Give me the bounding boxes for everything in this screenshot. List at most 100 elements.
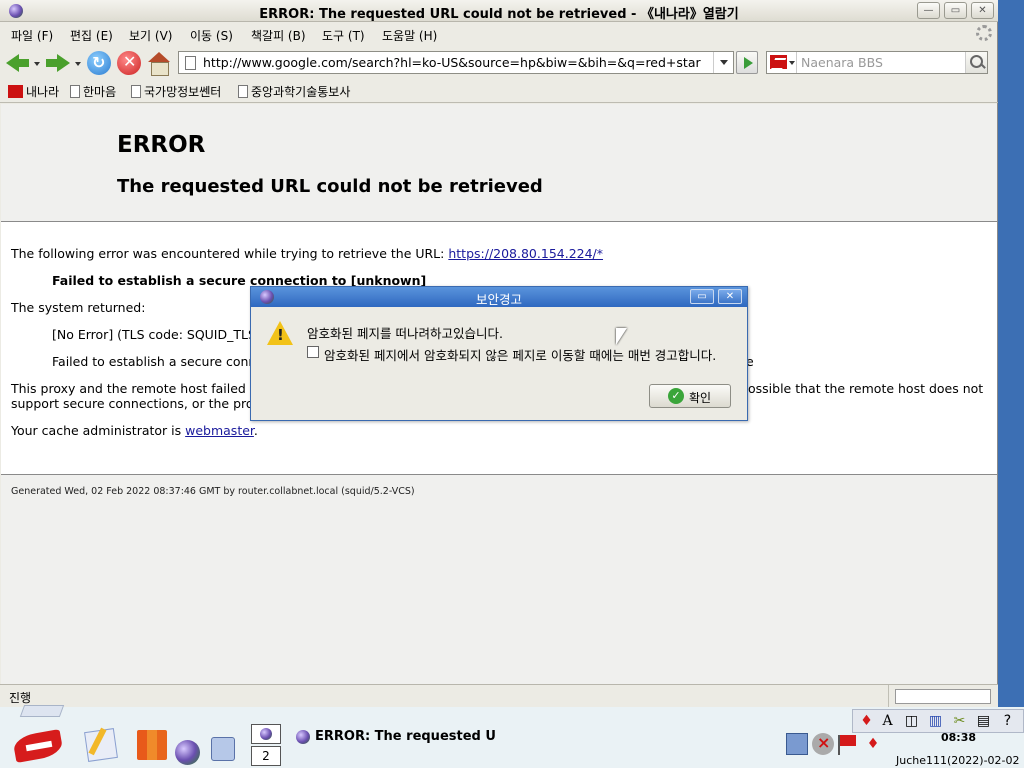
error-footer: Generated Wed, 02 Feb 2022 08:37:46 GMT …	[1, 474, 997, 684]
taskbar-window-button[interactable]: ERROR: The requested URL could not be re…	[296, 726, 496, 748]
url-input[interactable]: http://www.google.com/search?hl=ko-US&so…	[203, 55, 711, 70]
browser-logo-icon	[296, 730, 310, 744]
page-icon	[238, 85, 248, 98]
error-url-link[interactable]: https://208.80.154.224/*	[448, 246, 603, 261]
ok-button[interactable]: ✓ 확인	[649, 384, 731, 408]
menu-tools[interactable]: 도구 (T)	[322, 27, 365, 44]
layout-icon[interactable]: ◫	[903, 713, 920, 730]
page-icon	[70, 85, 80, 98]
bookmark-naenara[interactable]: 내나라	[8, 83, 59, 100]
window-titlebar[interactable]: ERROR: The requested URL could not be re…	[0, 0, 998, 22]
red-flag-icon[interactable]	[836, 733, 858, 755]
search-engine-selector[interactable]	[767, 52, 797, 73]
menu-edit[interactable]: 편집 (E)	[70, 27, 113, 44]
secure-conn-line: Failed to establish a secure conn	[52, 354, 257, 369]
generated-by-text: Generated Wed, 02 Feb 2022 08:37:46 GMT …	[11, 486, 415, 497]
dialog-close-button[interactable]: ✕	[718, 289, 742, 304]
bookmark-hanmaum[interactable]: 한마음	[70, 83, 116, 100]
menu-file[interactable]: 파일 (F)	[11, 27, 53, 44]
volume-muted-icon[interactable]	[812, 733, 834, 755]
taskbar-window-title: ERROR: The requested URL could not be re…	[315, 729, 496, 744]
search-box[interactable]: Naenara BBS	[766, 51, 988, 74]
forward-history-dropdown-icon[interactable]	[75, 62, 81, 66]
warning-triangle-icon	[267, 321, 293, 345]
proxy-explanation-line-2: support secure connections, or the pro	[11, 396, 254, 411]
office-suite-launcher-icon[interactable]	[137, 730, 167, 760]
naenara-engine-icon	[770, 55, 787, 69]
dialog-title: 보안경고	[475, 292, 522, 307]
window-title: ERROR: The requested URL could not be re…	[259, 7, 739, 22]
mail-launcher-icon[interactable]	[211, 737, 235, 761]
workspace-1[interactable]	[251, 724, 281, 744]
error-header: ERROR The requested URL could not be ret…	[1, 104, 997, 222]
mouse-pointer-icon	[616, 328, 627, 345]
go-button[interactable]	[736, 51, 758, 74]
proxy-explanation-tail: ossible that the remote host does not	[748, 381, 984, 396]
tls-code-line: [No Error] (TLS code: SQUID_TLS	[52, 327, 256, 342]
ok-button-label: 확인	[689, 391, 712, 405]
stop-icon[interactable]: ✕	[117, 51, 141, 75]
security-warning-dialog: 보안경고 ▭ ✕ 암호화된 페지를 떠나려하고있습니다. 암호화된 페지에서 암…	[250, 286, 748, 421]
checkmark-icon: ✓	[668, 388, 684, 404]
forward-arrow-icon[interactable]	[46, 51, 70, 75]
url-bar[interactable]: http://www.google.com/search?hl=ko-US&so…	[178, 51, 734, 74]
dialog-maximize-button[interactable]: ▭	[690, 289, 714, 304]
status-bar: 진행	[0, 684, 998, 707]
taskbar-handle[interactable]	[19, 705, 65, 717]
page-icon	[185, 56, 196, 70]
start-menu-launcher-icon[interactable]	[10, 729, 68, 765]
webmaster-link[interactable]: webmaster	[185, 423, 254, 438]
dictionary-icon[interactable]: ▥	[927, 713, 944, 730]
page-icon	[131, 85, 141, 98]
bookmark-science-news[interactable]: 중앙과학기술통보사	[238, 83, 350, 100]
dialog-message: 암호화된 페지를 떠나려하고있습니다.	[307, 326, 503, 341]
error-subheading: The requested URL could not be retrieved	[117, 176, 543, 197]
ime-status-icon[interactable]: ♦	[862, 733, 884, 755]
close-button[interactable]: ✕	[971, 2, 994, 19]
menu-go[interactable]: 이동 (S)	[190, 27, 233, 44]
menu-view[interactable]: 보기 (V)	[129, 27, 172, 44]
system-returned-label: The system returned:	[11, 300, 146, 315]
naenara-flag-icon	[8, 85, 23, 98]
navigation-toolbar: ↻ ✕ http://www.google.com/search?hl=ko-U…	[0, 47, 998, 78]
back-arrow-icon[interactable]	[6, 51, 30, 75]
tools-icon[interactable]: ✂	[951, 713, 968, 730]
clock-time[interactable]: 08:38	[941, 731, 976, 744]
menu-bookmarks[interactable]: 책갈피 (B)	[251, 27, 306, 44]
maximize-button[interactable]: ▭	[944, 2, 967, 19]
status-divider	[888, 685, 889, 707]
clipboard-icon[interactable]: ▤	[975, 713, 992, 730]
warn-every-time-checkbox[interactable]	[307, 346, 319, 358]
font-icon[interactable]: A	[879, 713, 896, 730]
chevron-down-icon	[789, 61, 795, 65]
help-icon[interactable]: ?	[999, 713, 1016, 730]
network-icon[interactable]	[786, 733, 808, 755]
bookmark-national-network-center[interactable]: 국가망정보쎈터	[131, 83, 221, 100]
ime-logo-icon[interactable]: ♦	[858, 713, 875, 730]
input-method-toolbar: ♦ A ◫ ▥ ✂ ▤ ?	[852, 709, 1024, 733]
activity-throbber-icon	[976, 25, 992, 41]
workspace-switcher: 2	[251, 724, 281, 768]
progress-bar	[895, 689, 991, 704]
error-url-line: The following error was encountered whil…	[11, 246, 604, 261]
search-input[interactable]: Naenara BBS	[801, 55, 883, 70]
menubar: 파일 (F) 편집 (E) 보기 (V) 이동 (S) 책갈피 (B) 도구 (…	[0, 22, 998, 47]
warn-every-time-label[interactable]: 암호화된 페지에서 암호화되지 않은 페지로 이동할 때에는 매번 경고합니다.	[324, 345, 716, 364]
menu-help[interactable]: 도움말 (H)	[382, 27, 437, 44]
search-magnifier-icon[interactable]	[965, 52, 987, 73]
bookmarks-toolbar: 내나라 한마음 국가망정보쎈터 중앙과학기술통보사	[0, 78, 998, 103]
text-editor-launcher-icon[interactable]	[84, 728, 118, 762]
browser-launcher-icon[interactable]	[175, 740, 200, 765]
reload-icon[interactable]: ↻	[87, 51, 111, 75]
workspace-2[interactable]: 2	[251, 746, 281, 766]
minimize-button[interactable]: —	[917, 2, 940, 19]
cache-admin-line: Your cache administrator is webmaster.	[11, 423, 258, 438]
url-history-dropdown-icon[interactable]	[713, 52, 733, 73]
back-history-dropdown-icon[interactable]	[34, 62, 40, 66]
dialog-titlebar[interactable]: 보안경고 ▭ ✕	[251, 287, 747, 307]
home-icon[interactable]	[147, 51, 171, 76]
taskbar: 2 ERROR: The requested URL could not be …	[0, 705, 1024, 768]
error-heading: ERROR	[117, 132, 206, 158]
proxy-explanation-line: This proxy and the remote host failed to	[11, 381, 263, 396]
clock-date: Juche111(2022)-02-02	[896, 754, 1020, 767]
